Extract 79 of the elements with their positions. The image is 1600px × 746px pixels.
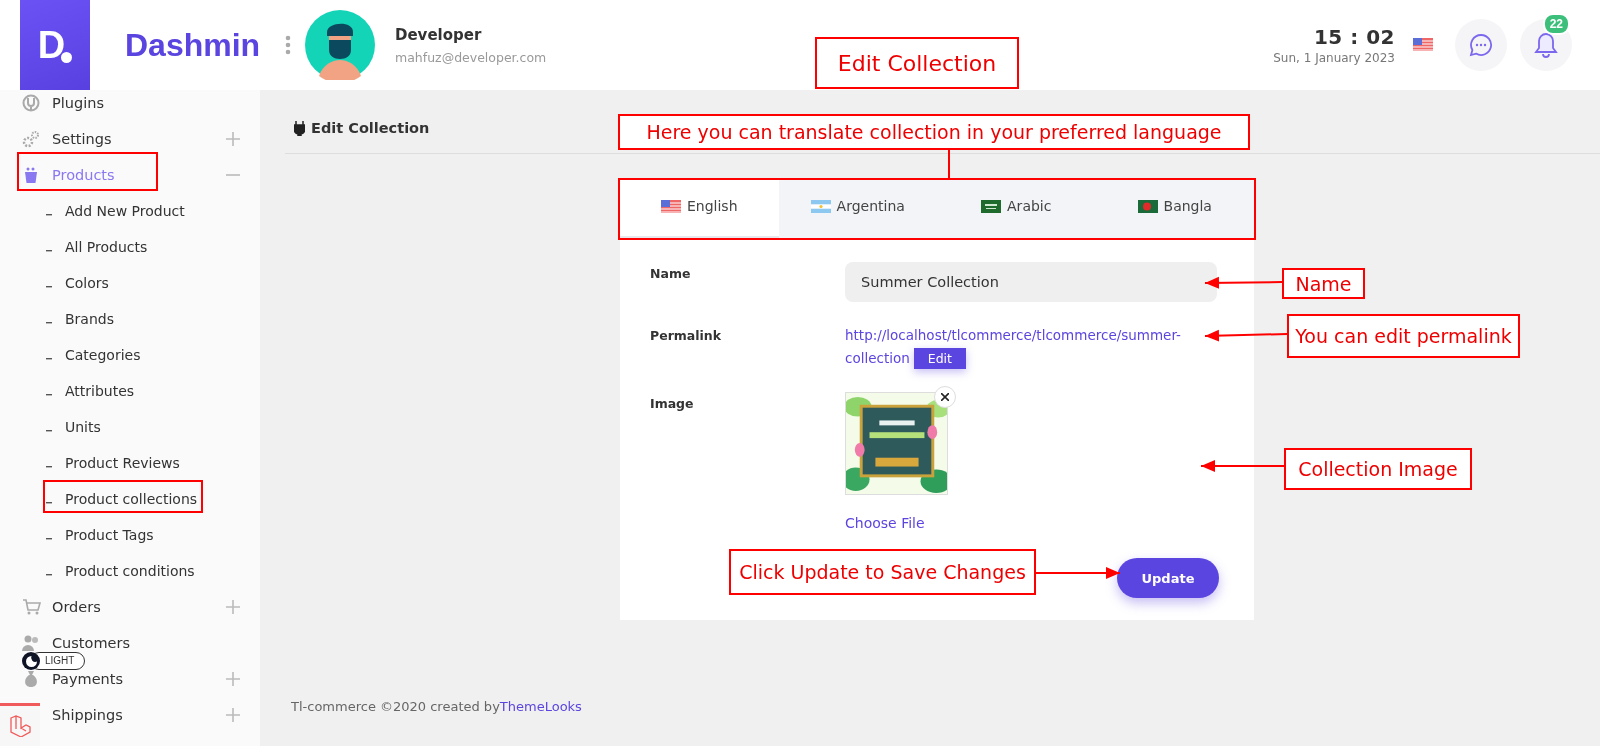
flag-icon — [1413, 37, 1433, 51]
dash-icon — [46, 358, 52, 360]
submenu-item[interactable]: Add New Product — [65, 203, 185, 219]
flag-icon — [810, 199, 831, 213]
plus-icon[interactable] — [226, 132, 240, 146]
brand-name: Dashmin — [125, 26, 257, 64]
submenu-item[interactable]: Product Reviews — [65, 455, 180, 471]
dash-icon — [46, 250, 52, 252]
dash-icon — [46, 538, 52, 540]
dash-icon — [46, 322, 52, 324]
flag-icon — [981, 199, 1002, 213]
cart-icon — [22, 598, 42, 616]
dash-icon — [46, 214, 52, 216]
plus-icon[interactable] — [226, 708, 240, 722]
submenu-item[interactable]: Product Tags — [65, 527, 154, 543]
plus-icon[interactable] — [226, 600, 240, 614]
sidebar-item[interactable]: Plugins — [52, 94, 104, 112]
sidebar-item[interactable]: Payments — [52, 670, 124, 688]
field-label: Name — [650, 265, 692, 283]
avatar-icon[interactable] — [305, 10, 375, 80]
submenu-item[interactable]: Brands — [65, 311, 114, 327]
edit-button[interactable]: Edit — [913, 348, 966, 369]
dash-icon — [46, 430, 52, 432]
name-field[interactable]: Summer Collection — [845, 262, 1217, 302]
sidebar-item[interactable]: Shippings — [52, 706, 123, 724]
plug-icon — [22, 94, 40, 112]
close-icon[interactable] — [934, 386, 956, 408]
dash-icon — [46, 394, 52, 396]
submenu-item[interactable]: Attributes — [65, 383, 135, 399]
dash-icon — [46, 502, 52, 504]
dash-icon — [46, 574, 52, 576]
sidebar-item[interactable]: Orders — [52, 598, 101, 616]
callout-label: Click Update to Save Changes — [729, 549, 1036, 595]
more-icon[interactable] — [285, 35, 291, 55]
field-label: Permalink — [650, 327, 723, 345]
plug-icon — [294, 120, 305, 136]
clock-date: Sun, 1 January 2023 — [1273, 51, 1395, 65]
moon-icon — [25, 655, 37, 667]
language-tab[interactable]: Argentina — [778, 180, 937, 238]
language-tab[interactable]: Bangla — [1095, 180, 1254, 238]
logo-mark: D — [37, 26, 66, 64]
sidebar-item[interactable]: Settings — [52, 130, 112, 148]
field-label: Image — [650, 395, 695, 413]
dash-icon — [46, 286, 52, 288]
callout-label: Here you can translate collection in your preferred language — [618, 114, 1250, 150]
chat-button[interactable] — [1455, 19, 1507, 71]
callout-label: You can edit permalink — [1287, 314, 1520, 358]
clock-time: 15 : 02 — [1313, 25, 1395, 49]
callout-label: Edit Collection — [815, 37, 1019, 89]
submenu-item[interactable]: All Products — [65, 239, 148, 255]
submenu-item[interactable]: Units — [65, 419, 101, 435]
plus-icon[interactable] — [226, 672, 240, 686]
language-tab[interactable]: Arabic — [937, 180, 1096, 238]
callout-label: Collection Image — [1284, 448, 1472, 490]
page-title: Edit Collection — [311, 120, 430, 136]
user-name: Developer — [395, 25, 483, 44]
update-button[interactable]: Update — [1117, 558, 1219, 598]
submenu-item[interactable]: Product collections — [65, 491, 198, 507]
footer-text: Tl-commerce ©2020 created byThemeLooks — [291, 699, 583, 714]
submenu-item[interactable]: Product conditions — [65, 563, 195, 579]
language-tab[interactable]: English — [620, 180, 779, 238]
flag-icon — [660, 199, 681, 213]
gears-icon — [22, 130, 40, 148]
sidebar-item[interactable]: Customers — [52, 634, 130, 652]
choose-file-link[interactable]: Choose File — [845, 515, 925, 531]
bucket-icon — [22, 166, 40, 184]
submenu-item[interactable]: Colors — [65, 275, 109, 291]
bell-icon — [1534, 32, 1558, 58]
user-email: mahfuz@developer.com — [395, 49, 547, 65]
money-bag-icon — [22, 670, 40, 688]
submenu-item[interactable]: Categories — [65, 347, 141, 363]
chat-icon — [1469, 33, 1493, 57]
footer-link[interactable]: ThemeLooks — [499, 699, 582, 714]
notification-count: 22 — [1542, 13, 1570, 35]
permalink-link[interactable]: http://localhost/tlcommerce/tlcommerce/summer-collection Edit — [845, 324, 1190, 370]
callout-label: Name — [1282, 268, 1365, 299]
flag-icon — [1137, 199, 1158, 213]
users-icon — [22, 634, 40, 652]
dash-icon — [46, 466, 52, 468]
